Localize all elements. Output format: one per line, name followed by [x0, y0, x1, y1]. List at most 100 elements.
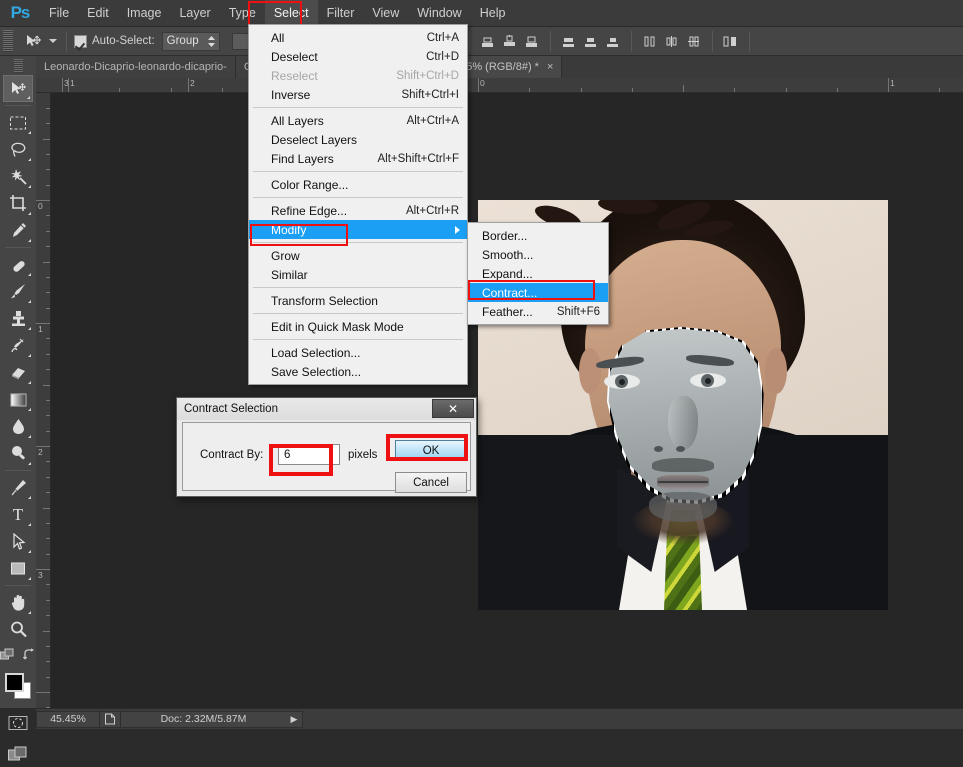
menu-edit[interactable]: Edit [78, 0, 118, 27]
align-horizontal-centers-icon[interactable] [580, 30, 602, 52]
align-vertical-centers-icon[interactable] [499, 30, 521, 52]
menu-item-label: All [271, 30, 285, 45]
submenu-item-smooth[interactable]: Smooth... [468, 245, 608, 264]
menu-file[interactable]: File [40, 0, 78, 27]
clone-stamp-tool[interactable] [3, 305, 33, 332]
type-tool[interactable]: T [3, 501, 33, 528]
menu-filter[interactable]: Filter [318, 0, 364, 27]
pen-tool[interactable] [3, 474, 33, 501]
align-top-edges-icon[interactable] [477, 30, 499, 52]
ruler-tick [170, 88, 172, 92]
tools-panel-grip[interactable] [13, 59, 23, 73]
menu-image[interactable]: Image [118, 0, 171, 27]
submenu-item-expand[interactable]: Expand... [468, 264, 608, 283]
move-tool[interactable] [3, 75, 33, 102]
history-brush-tool[interactable] [3, 332, 33, 359]
brush-tool[interactable] [3, 278, 33, 305]
auto-select-checkbox[interactable] [74, 34, 87, 48]
rectangle-shape-tool[interactable] [3, 555, 33, 582]
menu-item-all-layers[interactable]: All Layers Alt+Ctrl+A [249, 111, 467, 130]
tool-group-indicator-icon [28, 300, 31, 303]
align-right-edges-icon[interactable] [602, 30, 624, 52]
document-icon[interactable] [99, 711, 121, 727]
tool-group-indicator-icon [28, 158, 31, 161]
menu-item-similar[interactable]: Similar [249, 265, 467, 284]
ruler-tick [43, 507, 50, 509]
hand-tool[interactable] [3, 589, 33, 616]
close-icon[interactable]: ✕ [432, 399, 474, 418]
tool-preset-chevron-icon[interactable] [47, 30, 59, 52]
ruler-tick [46, 338, 50, 340]
ruler-tick [46, 615, 50, 617]
ruler-tick [46, 430, 50, 432]
edit-toolbar-icon[interactable] [0, 648, 16, 667]
status-expand-icon[interactable]: ▶ [286, 714, 302, 725]
menu-item-find-layers[interactable]: Find Layers Alt+Shift+Ctrl+F [249, 149, 467, 168]
menu-item-transform-selection[interactable]: Transform Selection [249, 291, 467, 310]
menu-item-inverse[interactable]: Inverse Shift+Ctrl+I [249, 85, 467, 104]
path-selection-tool[interactable] [3, 528, 33, 555]
distribute-horizontal-icon[interactable] [720, 30, 742, 52]
menu-item-load-selection[interactable]: Load Selection... [249, 343, 467, 362]
vertical-ruler[interactable]: 0 1 2 3 [36, 93, 51, 708]
modify-submenu[interactable]: Border... Smooth... Expand... Contract... Fe… [467, 222, 609, 325]
ruler-tick [46, 184, 50, 186]
menu-item-edit-in-quick-mask-mode[interactable]: Edit in Quick Mask Mode [249, 317, 467, 336]
foreground-color-swatch[interactable] [5, 673, 24, 692]
contract-selection-dialog[interactable]: Contract Selection ✕ Contract By: 6 pixe… [176, 397, 477, 497]
align-left-edges-icon[interactable] [558, 30, 580, 52]
menu-view[interactable]: View [363, 0, 408, 27]
auto-select-scope-dropdown[interactable]: Group [161, 31, 220, 51]
healing-brush-tool[interactable] [3, 251, 33, 278]
zoom-tool[interactable] [3, 616, 33, 643]
menu-item-grow[interactable]: Grow [249, 246, 467, 265]
menu-select[interactable]: Select [264, 0, 318, 27]
crop-tool[interactable] [3, 190, 33, 217]
menu-item-deselect[interactable]: Deselect Ctrl+D [249, 47, 467, 66]
select-menu-dropdown[interactable]: All Ctrl+A Deselect Ctrl+D Reselect Shift+Ctr… [248, 24, 468, 385]
gradient-tool[interactable] [3, 386, 33, 413]
dodge-tool[interactable] [3, 440, 33, 467]
distribute-vertical-center-icon[interactable] [661, 30, 683, 52]
horizontal-ruler[interactable]: 10132 [36, 78, 963, 93]
contract-by-input[interactable]: 6 [278, 444, 340, 465]
show-transform-controls-checkbox[interactable] [231, 32, 249, 50]
menu-item-color-range[interactable]: Color Range... [249, 175, 467, 194]
menu-help[interactable]: Help [471, 0, 515, 27]
rectangular-marquee-tool[interactable] [3, 109, 33, 136]
menu-item-save-selection[interactable]: Save Selection... [249, 362, 467, 381]
dialog-title: Contract Selection [184, 403, 278, 415]
tool-group-indicator-icon [28, 185, 31, 188]
submenu-item-border[interactable]: Border... [468, 226, 608, 245]
cancel-button[interactable]: Cancel [395, 472, 467, 493]
quick-mask-toggle[interactable] [3, 709, 33, 736]
dialog-title-bar[interactable]: Contract Selection ✕ [177, 398, 476, 420]
screen-mode-toggle[interactable] [3, 740, 33, 767]
document-tab[interactable]: Leonardo-Dicaprio-leonardo-dicaprio- [36, 56, 236, 78]
magic-wand-tool[interactable] [3, 163, 33, 190]
tools-divider-4 [5, 585, 31, 586]
menu-type[interactable]: Type [220, 0, 265, 27]
menu-item-deselect-layers[interactable]: Deselect Layers [249, 130, 467, 149]
submenu-item-feather[interactable]: Feather... Shift+F6 [468, 302, 608, 321]
eraser-tool[interactable] [3, 359, 33, 386]
menu-layer[interactable]: Layer [170, 0, 219, 27]
move-tool-icon[interactable] [19, 30, 45, 52]
blur-tool[interactable] [3, 413, 33, 440]
reset-colors-icon[interactable] [22, 648, 36, 667]
menu-window[interactable]: Window [408, 0, 470, 27]
options-bar-grip[interactable] [3, 30, 13, 52]
menu-item-modify[interactable]: Modify [249, 220, 467, 239]
eyedropper-tool[interactable] [3, 217, 33, 244]
color-swatches[interactable] [3, 671, 33, 703]
ok-button[interactable]: OK [395, 440, 467, 461]
lasso-tool[interactable] [3, 136, 33, 163]
distribute-top-icon[interactable] [639, 30, 661, 52]
menu-item-all[interactable]: All Ctrl+A [249, 28, 467, 47]
submenu-item-contract[interactable]: Contract... [468, 283, 608, 302]
zoom-level-field[interactable]: 45.45% [37, 713, 99, 725]
align-bottom-edges-icon[interactable] [521, 30, 543, 52]
menu-item-refine-edge[interactable]: Refine Edge... Alt+Ctrl+R [249, 201, 467, 220]
distribute-bottom-icon[interactable] [683, 30, 705, 52]
close-tab-icon[interactable]: × [547, 61, 553, 73]
